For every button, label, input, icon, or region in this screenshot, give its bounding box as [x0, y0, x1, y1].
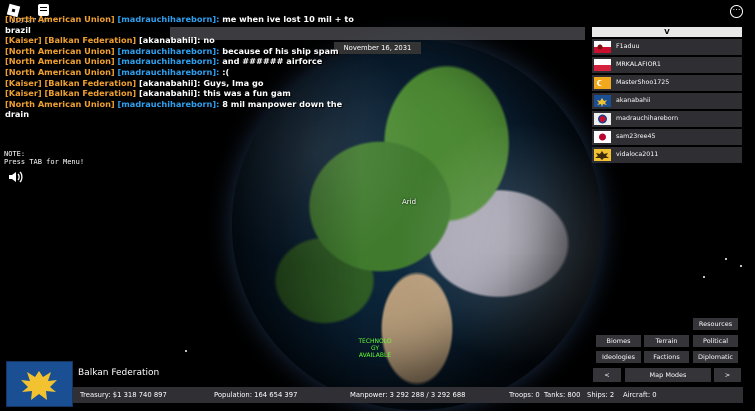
chat-line: [North American Union] [madrauchiharebor…: [5, 14, 354, 25]
chat-faction: [Kaiser] [Balkan Federation]: [5, 77, 137, 88]
biomes-button[interactable]: Biomes: [596, 335, 641, 347]
player-name: F1aduu: [616, 43, 640, 50]
prev-map-mode-button[interactable]: <: [593, 368, 621, 382]
chat-message: and ###### airforce: [222, 56, 323, 67]
player-list-item[interactable]: MasterShoo1725: [592, 75, 742, 91]
note-hint: Press TAB for Menu!: [4, 158, 85, 166]
chat-message: no: [203, 35, 215, 46]
flag-white-red-icon: [594, 59, 611, 71]
flag-nau-circle-icon: [594, 113, 611, 125]
flag-blue-eagle-icon: [594, 95, 611, 107]
chat-line: brazil: [5, 25, 295, 36]
chat-message: 8 mil manpower down the: [222, 98, 343, 109]
chat-line: [North American Union] [madrauchiharebor…: [5, 67, 295, 78]
flag-orange-icon: [594, 77, 611, 89]
chat-faction: [North American Union]: [5, 56, 115, 67]
troops-stat: Troops: 0: [509, 391, 540, 399]
chat-message: because of his ship spam: [222, 45, 339, 56]
stats-bar: Treasury: $1 318 740 897 Population: 164…: [73, 387, 743, 403]
region-label: Arid: [402, 198, 417, 206]
player-name: vidaloca2011: [616, 151, 659, 158]
player-list-item[interactable]: vidaloca2011: [592, 147, 742, 163]
manpower-stat: Manpower: 3 292 288 / 3 292 688: [350, 391, 466, 399]
chat-faction: [Kaiser] [Balkan Federation]: [5, 35, 137, 46]
population-stat: Population: 164 654 397: [214, 391, 298, 399]
player-list-item[interactable]: MRKALAFIOR1: [592, 57, 742, 73]
chat-username: [akanabahii]:: [139, 35, 201, 46]
factions-button[interactable]: Factions: [644, 351, 689, 363]
player-list: F1aduu MRKALAFIOR1 MasterShoo1725 akanabahi…: [592, 39, 742, 165]
political-button[interactable]: Political: [693, 335, 738, 347]
chat-username: [madrauchihareborn]:: [117, 45, 220, 56]
next-map-mode-button[interactable]: >: [714, 368, 741, 382]
player-name: MRKALAFIOR1: [616, 61, 661, 68]
chat-message: Guys, Ima go: [203, 77, 264, 88]
star: [725, 258, 727, 260]
balkan-eagle-icon: [7, 362, 72, 406]
more-options-icon[interactable]: ⋯: [730, 5, 743, 18]
treasury-stat: Treasury: $1 318 740 897: [80, 391, 167, 399]
player-name: akanabahii: [616, 97, 651, 104]
player-list-item[interactable]: akanabahii: [592, 93, 742, 109]
ships-stat: Ships: 2: [587, 391, 615, 399]
speaker-icon[interactable]: [7, 169, 23, 185]
star: [740, 265, 742, 267]
nation-name: Balkan Federation: [78, 368, 160, 378]
resources-button[interactable]: Resources: [693, 318, 738, 330]
nation-flag: [6, 361, 73, 407]
chat-username: [akanabahii]:: [139, 88, 201, 99]
terrain-button[interactable]: Terrain: [644, 335, 689, 347]
chat-username: [akanabahii]:: [139, 77, 201, 88]
chat-username: [madrauchihareborn]:: [117, 14, 220, 24]
player-list-item[interactable]: sam23ree45: [592, 129, 742, 145]
chat-faction: [North American Union]: [5, 45, 115, 56]
chat-message: brazil: [5, 24, 31, 35]
flag-yellow-eagle-icon: [594, 149, 611, 161]
chat-log: [North American Union] [madrauchiharebor…: [5, 14, 354, 120]
player-name: MasterShoo1725: [616, 79, 670, 86]
chat-line: [Kaiser] [Balkan Federation] [akanabahii…: [5, 78, 295, 89]
chat-line: drain: [5, 109, 295, 120]
aircraft-stat: Aircraft: 0: [623, 391, 657, 399]
chat-message: drain: [5, 109, 30, 120]
player-name: madrauchihareborn: [616, 115, 679, 122]
chat-line: [North American Union] [madrauchiharebor…: [5, 98, 342, 110]
chat-line: [Kaiser] [Balkan Federation] [akanabahii…: [5, 88, 295, 99]
map-modes-button[interactable]: Map Modes: [625, 368, 711, 382]
star: [185, 350, 187, 352]
player-list-item[interactable]: F1aduu: [592, 39, 742, 55]
chat-message: this was a fun gam: [203, 88, 291, 99]
player-name: sam23ree45: [616, 133, 656, 140]
chat-username: [madrauchihareborn]:: [117, 98, 220, 109]
ideologies-button[interactable]: Ideologies: [596, 351, 641, 363]
player-list-toggle[interactable]: V: [592, 27, 742, 37]
diplomatic-button[interactable]: Diplomatic: [693, 351, 738, 363]
chat-message: me when ive lost 10 mil + to: [222, 14, 354, 24]
flag-red-white-icon: [594, 41, 611, 53]
tanks-stat: Tanks: 800: [544, 391, 581, 399]
technology-available-label[interactable]: TECHNOLO GY AVAILABLE: [355, 338, 395, 359]
chat-faction: [Kaiser] [Balkan Federation]: [5, 88, 137, 99]
note-title: NOTE:: [4, 150, 26, 158]
player-list-item[interactable]: madrauchihareborn: [592, 111, 742, 127]
game-date: November 16, 2031: [334, 42, 421, 54]
chat-username: [madrauchihareborn]:: [117, 56, 220, 67]
note-text: NOTE: Press TAB for Menu!: [4, 150, 84, 166]
star: [703, 276, 705, 278]
chat-username: [madrauchihareborn]:: [117, 66, 220, 77]
chat-line: [Kaiser] [Balkan Federation] [akanabahii…: [5, 35, 295, 46]
chat-faction: [North American Union]: [5, 14, 115, 24]
chat-faction: [North American Union]: [5, 98, 115, 109]
chat-line: [North American Union] [madrauchiharebor…: [5, 56, 322, 67]
flag-japan-icon: [594, 131, 611, 143]
chat-faction: [North American Union]: [5, 66, 115, 77]
chat-line: [North American Union] [madrauchiharebor…: [5, 45, 339, 57]
chat-message: :(: [222, 66, 230, 77]
